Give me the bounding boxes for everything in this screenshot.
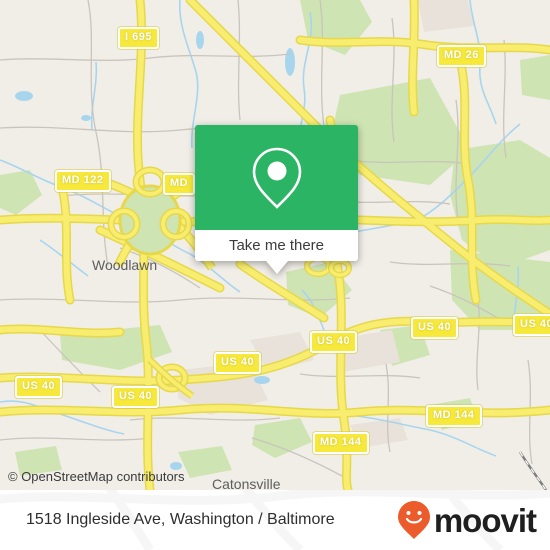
popup-body[interactable]: Take me there xyxy=(195,230,358,274)
road-shield: US 40 xyxy=(513,314,550,336)
railway-line xyxy=(518,451,547,490)
map-screenshot: I 695 MD 26 MD 122 MD US 40 US 40 US 40 … xyxy=(0,0,550,550)
place-label-woodlawn: Woodlawn xyxy=(92,257,158,273)
address-label: 1518 Ingleside Ave, Washington / Baltimo… xyxy=(26,511,335,528)
place-label-catonsville: Catonsville xyxy=(212,476,281,490)
road-shield: US 40 xyxy=(310,331,358,353)
location-popup-card[interactable]: Take me there xyxy=(195,125,358,274)
map-pin-icon xyxy=(252,147,301,209)
osm-attribution[interactable]: © OpenStreetMap contributors xyxy=(8,469,185,484)
moovit-smiley-pin-icon xyxy=(397,501,430,539)
road-shield: MD 144 xyxy=(426,405,482,427)
road-shield: MD 144 xyxy=(313,432,369,454)
map-canvas[interactable]: I 695 MD 26 MD 122 MD US 40 US 40 US 40 … xyxy=(0,0,550,490)
road-shield: MD 26 xyxy=(437,45,486,67)
road-shield: US 40 xyxy=(15,376,63,398)
take-me-there-label: Take me there xyxy=(228,237,325,254)
footer-bar: 1518 Ingleside Ave, Washington / Baltimo… xyxy=(0,490,550,550)
road-shield: US 40 xyxy=(214,352,262,374)
road-shield: MD xyxy=(163,173,196,195)
popup-header xyxy=(195,125,358,230)
popup-pointer-tail xyxy=(265,261,288,274)
road-shield: US 40 xyxy=(112,386,160,408)
road-shield: I 695 xyxy=(118,27,159,49)
moovit-logo[interactable]: moovit xyxy=(397,500,537,540)
road-shield: US 40 xyxy=(411,317,459,339)
moovit-wordmark: moovit xyxy=(433,501,537,539)
road-shield: MD 122 xyxy=(55,170,111,192)
